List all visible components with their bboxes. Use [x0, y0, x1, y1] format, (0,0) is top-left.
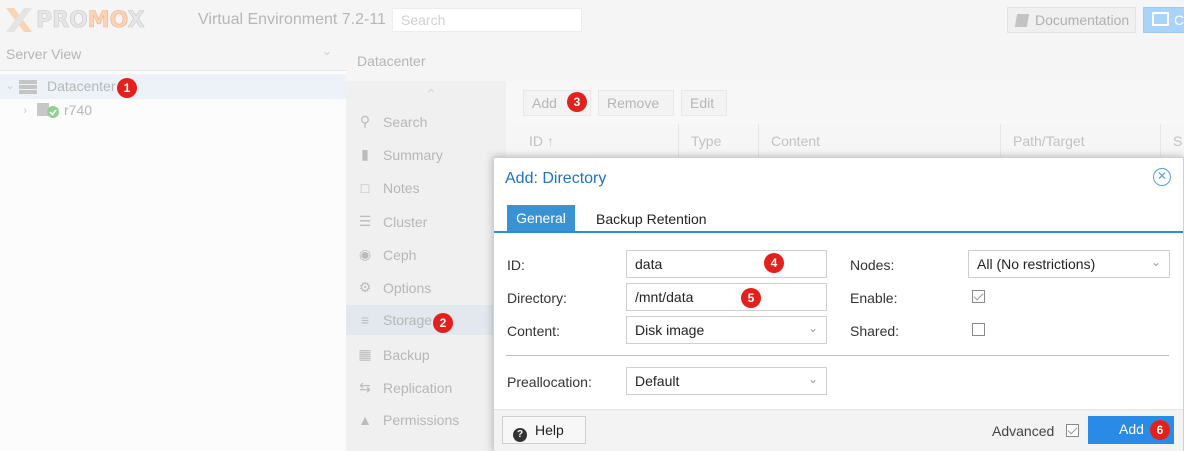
- tree-item-datacenter-label[interactable]: Datacenter: [47, 78, 115, 94]
- menu-item-permissions[interactable]: ▲ Permissions: [357, 412, 459, 428]
- book-icon: [1014, 14, 1030, 27]
- menu-item-backup[interactable]: ▦ Backup: [357, 346, 429, 363]
- close-icon[interactable]: ✕: [1153, 168, 1171, 186]
- desktop-icon: [1152, 12, 1169, 26]
- node-online-icon: [37, 102, 59, 118]
- step-marker-5: 5: [741, 288, 761, 308]
- search-icon: ⚲: [359, 113, 371, 129]
- chevron-down-icon[interactable]: ⌄: [322, 44, 332, 58]
- expand-chevron-icon[interactable]: ›: [23, 103, 27, 117]
- column-separator: [1000, 124, 1001, 157]
- dialog-divider: [506, 355, 1169, 356]
- menu-item-options[interactable]: ⚙ Options: [357, 279, 432, 296]
- shared-label: Shared:: [850, 323, 900, 339]
- column-separator: [678, 124, 679, 157]
- column-header-path[interactable]: Path/Target: [1013, 133, 1085, 149]
- menu-item-summary[interactable]: ▮ Summary: [357, 146, 443, 163]
- database-icon: ≡: [360, 312, 370, 328]
- step-marker-4: 4: [764, 253, 784, 273]
- id-label: ID:: [507, 257, 525, 273]
- tree-item-node-label[interactable]: r740: [64, 102, 92, 118]
- server-icon: ☰: [358, 213, 372, 229]
- directory-field[interactable]: /mnt/data: [626, 283, 827, 311]
- column-header-content[interactable]: Content: [771, 133, 820, 149]
- search-input[interactable]: Search: [392, 8, 582, 32]
- menu-item-cluster[interactable]: ☰ Cluster: [357, 213, 428, 230]
- add-directory-dialog: [493, 157, 1184, 451]
- step-marker-3: 3: [567, 92, 587, 112]
- menu-item-replication[interactable]: ⇆ Replication: [357, 379, 452, 396]
- book-icon: ▮: [361, 146, 369, 162]
- chevron-down-icon[interactable]: ⌄: [1151, 255, 1161, 269]
- advanced-label: Advanced: [992, 423, 1055, 439]
- column-header-type[interactable]: Type: [691, 133, 721, 149]
- nodes-label: Nodes:: [850, 257, 895, 273]
- menu-item-notes[interactable]: □ Notes: [357, 180, 420, 196]
- content-label: Content:: [507, 323, 560, 339]
- product-version: Virtual Environment 7.2-11: [198, 11, 386, 28]
- datacenter-icon: [19, 80, 37, 94]
- content-select[interactable]: Disk image ⌄: [626, 316, 827, 344]
- menu-scroll-up-icon[interactable]: ⌃: [425, 86, 437, 103]
- floppy-icon: ▦: [358, 346, 372, 362]
- panel-title: Datacenter: [357, 53, 426, 69]
- collapse-chevron-icon[interactable]: ⌄: [5, 78, 15, 92]
- menu-item-search[interactable]: ⚲ Search: [357, 113, 428, 130]
- column-separator: [1160, 124, 1161, 157]
- directory-label: Directory:: [507, 290, 567, 306]
- step-marker-2: 2: [433, 313, 453, 333]
- retweet-icon: ⇆: [359, 379, 371, 395]
- shared-checkbox[interactable]: [972, 323, 985, 336]
- tab-general[interactable]: General: [507, 205, 575, 231]
- chevron-down-icon[interactable]: ⌄: [808, 372, 818, 386]
- ceph-icon: ◉: [358, 246, 372, 262]
- logo-wordmark: PROMOX: [36, 7, 145, 33]
- nodes-select[interactable]: All (No restrictions) ⌄: [968, 250, 1170, 278]
- server-view-select[interactable]: Server View: [6, 46, 81, 62]
- create-vm-button[interactable]: Cr: [1143, 7, 1184, 33]
- column-separator: [758, 124, 759, 157]
- preallocation-select[interactable]: Default ⌄: [626, 367, 827, 395]
- unlock-icon: ▲: [358, 412, 372, 428]
- step-marker-1: 1: [117, 78, 137, 98]
- menu-item-ceph[interactable]: ◉ Ceph: [357, 246, 417, 263]
- advanced-checkbox[interactable]: [1066, 424, 1079, 437]
- remove-button[interactable]: Remove: [598, 90, 674, 116]
- column-header-id[interactable]: ID ↑: [529, 133, 554, 149]
- dialog-title: Add: Directory: [505, 170, 607, 187]
- gear-icon: ⚙: [358, 279, 372, 295]
- documentation-button[interactable]: Documentation: [1007, 7, 1136, 33]
- proxmox-logo: PROMOX: [4, 6, 145, 34]
- notes-icon: □: [360, 180, 370, 196]
- edit-button[interactable]: Edit: [681, 90, 727, 116]
- proxmox-x-icon: [4, 7, 34, 33]
- panel-header: [346, 40, 1184, 82]
- enable-checkbox[interactable]: [972, 290, 985, 303]
- id-field[interactable]: data: [626, 250, 827, 278]
- enable-label: Enable:: [850, 290, 898, 306]
- resource-tree: [0, 71, 346, 451]
- tab-backup-retention[interactable]: Backup Retention: [596, 211, 707, 227]
- step-marker-6: 6: [1150, 420, 1170, 440]
- column-header-shared[interactable]: S: [1173, 133, 1182, 149]
- menu-item-storage[interactable]: ≡ Storage: [357, 312, 432, 328]
- tab-underline: [494, 231, 1183, 233]
- dialog-footer: [494, 409, 1183, 451]
- help-button[interactable]: ? Help: [502, 416, 586, 444]
- preallocation-label: Preallocation:: [507, 374, 592, 390]
- chevron-down-icon[interactable]: ⌄: [808, 321, 818, 335]
- question-circle-icon: ?: [513, 428, 527, 442]
